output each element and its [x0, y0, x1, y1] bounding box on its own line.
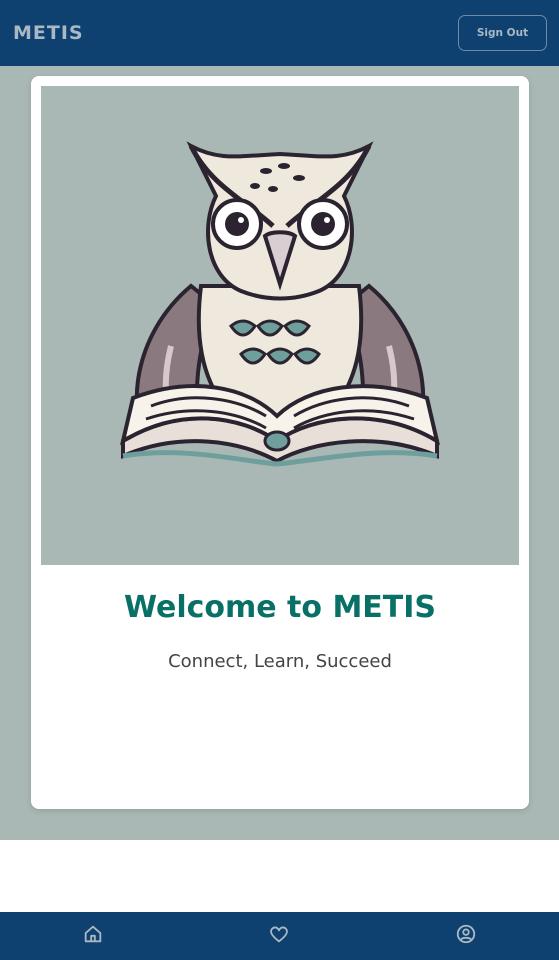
nav-home[interactable] — [63, 912, 123, 960]
sign-out-button[interactable]: Sign Out — [458, 15, 547, 51]
user-circle-icon — [455, 923, 477, 949]
nav-favorites[interactable] — [249, 912, 309, 960]
top-app-bar: METIS Sign Out — [0, 0, 559, 66]
welcome-card: Welcome to METIS Connect, Learn, Succeed — [31, 76, 529, 809]
welcome-title: Welcome to METIS — [123, 590, 437, 625]
bottom-navigation — [0, 912, 559, 960]
nav-profile[interactable] — [436, 912, 496, 960]
hero-section: Welcome to METIS Connect, Learn, Succeed — [0, 66, 559, 840]
tagline: Connect, Learn, Succeed — [168, 651, 392, 672]
app-brand: METIS — [13, 22, 84, 44]
home-icon — [82, 923, 104, 949]
owl-book-illustration — [41, 86, 519, 565]
heart-icon — [268, 923, 290, 949]
